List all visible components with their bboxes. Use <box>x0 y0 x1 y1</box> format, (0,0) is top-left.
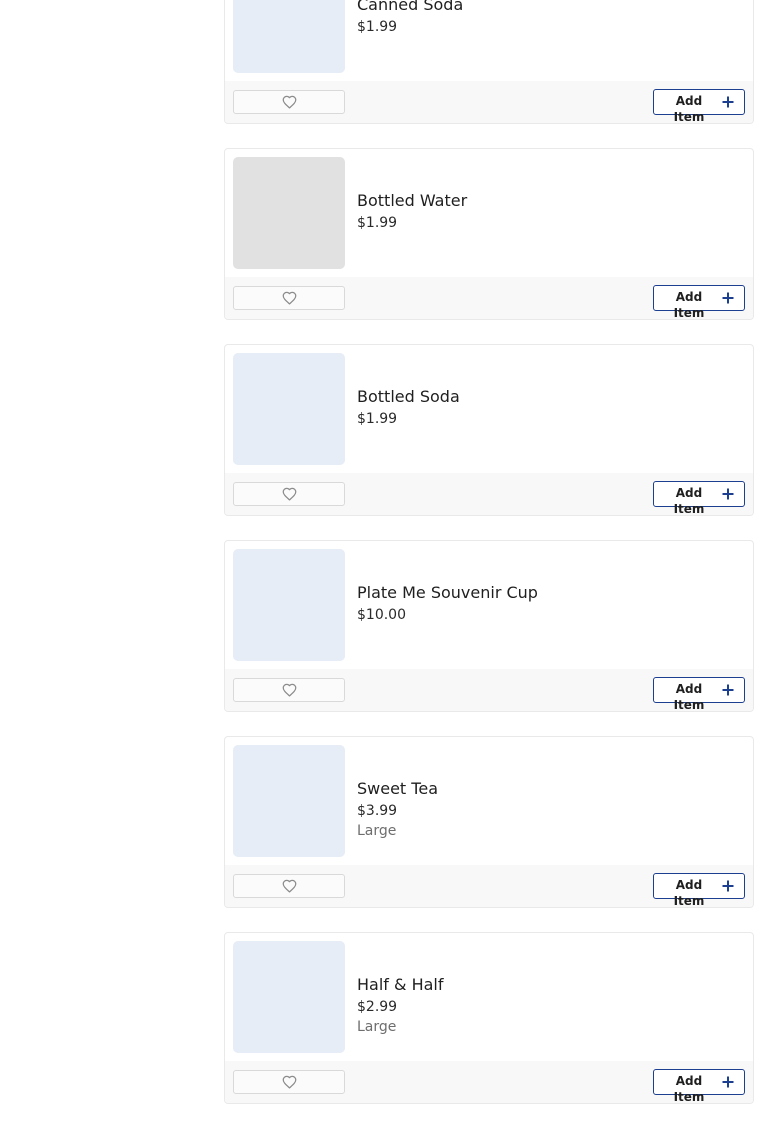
favorite-button[interactable] <box>233 678 345 702</box>
item-price: $2.99 <box>357 999 398 1015</box>
add-item-label: Add Item <box>673 290 705 320</box>
item-actions: Add Item <box>225 1061 753 1103</box>
add-item-label: Add Item <box>673 94 705 124</box>
plus-icon <box>722 1076 734 1088</box>
add-item-button[interactable]: Add Item <box>653 481 745 515</box>
item-actions: Add Item <box>225 669 753 711</box>
favorite-button[interactable] <box>233 482 345 506</box>
favorite-button[interactable] <box>233 1070 345 1094</box>
add-item-button[interactable]: Add Item <box>653 677 745 711</box>
menu-item-list: Canned Soda $1.99 Add Item Bottled Water… <box>224 0 754 1128</box>
item-variant: Large <box>357 1019 397 1035</box>
item-variant: Large <box>357 823 397 839</box>
item-image-placeholder <box>233 157 345 269</box>
item-name: Plate Me Souvenir Cup <box>357 583 538 602</box>
favorite-button[interactable] <box>233 874 345 898</box>
menu-item-main[interactable]: Bottled Soda $1.99 <box>225 345 753 473</box>
item-price: $1.99 <box>357 215 398 231</box>
menu-item-card: Bottled Water $1.99 Add Item <box>224 148 754 320</box>
item-image-placeholder <box>233 353 345 465</box>
item-price: $3.99 <box>357 803 398 819</box>
plus-icon <box>722 684 734 696</box>
item-image-placeholder <box>233 745 345 857</box>
item-info: Sweet Tea $3.99 Large <box>357 779 438 841</box>
favorite-button[interactable] <box>233 90 345 114</box>
favorite-button[interactable] <box>233 286 345 310</box>
item-name: Bottled Soda <box>357 387 460 406</box>
heart-outline-icon <box>282 879 297 893</box>
menu-item-card: Sweet Tea $3.99 Large Add Item <box>224 736 754 908</box>
menu-item-main[interactable]: Half & Half $2.99 Large <box>225 933 753 1061</box>
item-image-placeholder <box>233 0 345 73</box>
item-price: $1.99 <box>357 19 398 35</box>
item-name: Sweet Tea <box>357 779 438 798</box>
item-actions: Add Item <box>225 473 753 515</box>
item-actions: Add Item <box>225 81 753 123</box>
item-info: Bottled Water $1.99 <box>357 191 467 233</box>
add-item-button[interactable]: Add Item <box>653 1069 745 1103</box>
item-info: Canned Soda $1.99 <box>357 0 463 37</box>
item-info: Half & Half $2.99 Large <box>357 975 443 1037</box>
add-item-button[interactable]: Add Item <box>653 285 745 319</box>
menu-item-main[interactable]: Sweet Tea $3.99 Large <box>225 737 753 865</box>
plus-icon <box>722 96 734 108</box>
add-item-button[interactable]: Add Item <box>653 873 745 907</box>
plus-icon <box>722 292 734 304</box>
menu-item-card: Plate Me Souvenir Cup $10.00 Add Item <box>224 540 754 712</box>
menu-item-card: Bottled Soda $1.99 Add Item <box>224 344 754 516</box>
item-info: Bottled Soda $1.99 <box>357 387 460 429</box>
menu-item-main[interactable]: Canned Soda $1.99 <box>225 0 753 81</box>
heart-outline-icon <box>282 1075 297 1089</box>
item-actions: Add Item <box>225 865 753 907</box>
item-name: Bottled Water <box>357 191 468 210</box>
item-name: Canned Soda <box>357 0 464 14</box>
add-item-button[interactable]: Add Item <box>653 89 745 123</box>
heart-outline-icon <box>282 683 297 697</box>
add-item-label: Add Item <box>673 486 705 516</box>
item-price: $10.00 <box>357 607 406 623</box>
menu-item-main[interactable]: Bottled Water $1.99 <box>225 149 753 277</box>
item-image-placeholder <box>233 941 345 1053</box>
heart-outline-icon <box>282 95 297 109</box>
menu-item-card: Half & Half $2.99 Large Add Item <box>224 932 754 1104</box>
item-name: Half & Half <box>357 975 444 994</box>
plus-icon <box>722 488 734 500</box>
menu-item-main[interactable]: Plate Me Souvenir Cup $10.00 <box>225 541 753 669</box>
item-price: $1.99 <box>357 411 398 427</box>
menu-item-card: Canned Soda $1.99 Add Item <box>224 0 754 124</box>
heart-outline-icon <box>282 487 297 501</box>
item-info: Plate Me Souvenir Cup $10.00 <box>357 583 538 625</box>
add-item-label: Add Item <box>673 878 705 908</box>
heart-outline-icon <box>282 291 297 305</box>
add-item-label: Add Item <box>673 1074 705 1104</box>
item-actions: Add Item <box>225 277 753 319</box>
add-item-label: Add Item <box>673 682 705 712</box>
plus-icon <box>722 880 734 892</box>
item-image-placeholder <box>233 549 345 661</box>
